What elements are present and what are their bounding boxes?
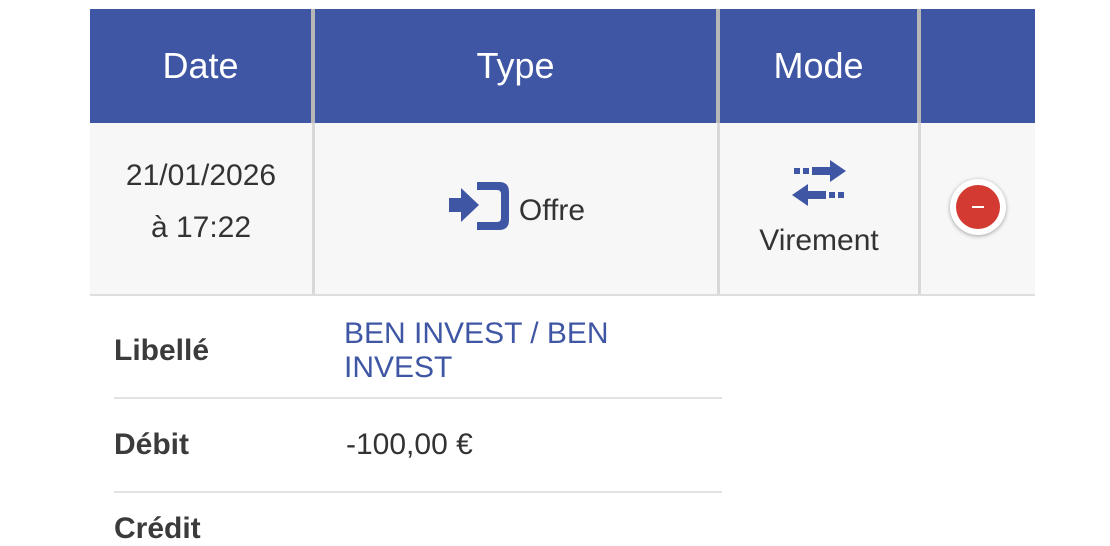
header-date: Date	[90, 9, 315, 123]
remove-button[interactable]	[950, 178, 1006, 235]
transactions-table: Date Type Mode 21/01/2026 à 17:22 Offre	[90, 9, 1035, 296]
detail-label: Débit	[114, 428, 189, 461]
detail-label: Libellé	[114, 334, 210, 367]
transfer-arrows-icon	[791, 159, 846, 206]
detail-label-credit-partial: Crédit	[114, 512, 201, 545]
table-row[interactable]: 21/01/2026 à 17:22 Offre Virement	[90, 123, 1035, 296]
libelle-link[interactable]: BEN INVEST / BEN INVEST	[344, 317, 722, 385]
mode-cell: Virement	[720, 123, 921, 294]
date-value: 21/01/2026	[125, 158, 277, 192]
header-actions	[921, 9, 1035, 123]
time-value: à 17:22	[150, 210, 252, 244]
header-type: Type	[315, 9, 720, 123]
detail-row-libelle: Libellé BEN INVEST / BEN INVEST	[114, 305, 722, 399]
type-label: Offre	[518, 193, 586, 227]
detail-row-debit: Débit -100,00 €	[114, 399, 722, 493]
sign-in-icon	[448, 181, 509, 230]
action-cell	[921, 123, 1035, 294]
debit-value: -100,00 €	[346, 428, 473, 461]
mode-label: Virement	[759, 223, 879, 257]
remove-icon	[956, 184, 1000, 229]
table-header: Date Type Mode	[90, 9, 1035, 123]
type-cell: Offre	[315, 123, 720, 294]
transaction-details: Libellé BEN INVEST / BEN INVEST Débit -1…	[114, 305, 722, 493]
date-cell: 21/01/2026 à 17:22	[90, 123, 315, 294]
header-mode: Mode	[720, 9, 921, 123]
